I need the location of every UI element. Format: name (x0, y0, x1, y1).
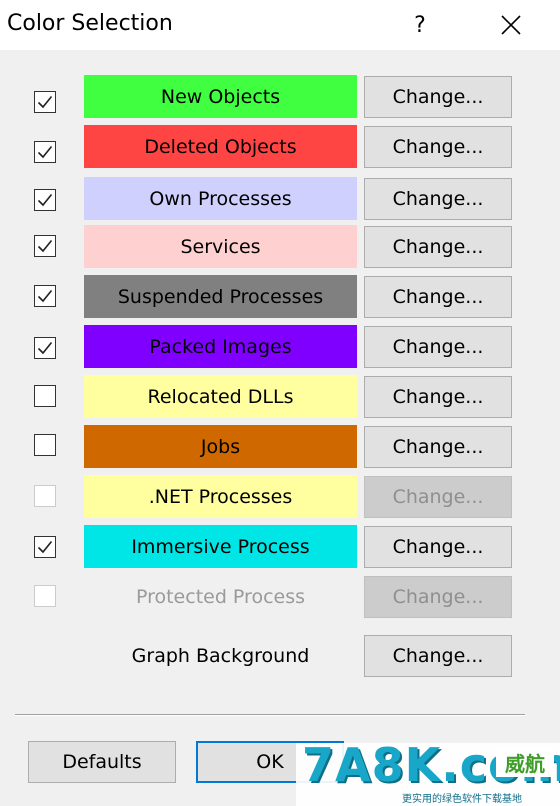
separator (15, 714, 525, 716)
checkmark-icon (37, 289, 53, 303)
color-option-row: Immersive Process Change... (0, 525, 560, 569)
option-checkbox[interactable] (34, 285, 56, 307)
option-checkbox[interactable] (34, 141, 56, 163)
color-option-row: Protected Process Change... (0, 575, 560, 619)
title-bar: Color Selection ? (0, 0, 560, 50)
color-option-row: Relocated DLLs Change... (0, 375, 560, 419)
color-swatch: Own Processes (84, 177, 357, 220)
color-swatch: Deleted Objects (84, 125, 357, 168)
watermark-logo: 7A8K.com 威航 更实用的绿色软件下载基地 (296, 738, 560, 806)
checkmark-icon (37, 540, 53, 554)
option-checkbox[interactable] (34, 434, 56, 456)
option-checkbox[interactable] (34, 536, 56, 558)
watermark-badge: 威航 (496, 747, 554, 777)
watermark-subtitle: 更实用的绿色软件下载基地 (402, 794, 522, 805)
graph-background-label: Graph Background (131, 644, 310, 667)
close-icon (501, 15, 521, 35)
change-color-button[interactable]: Change... (364, 326, 512, 368)
change-color-button[interactable]: Change... (364, 276, 512, 318)
color-option-row: Jobs Change... (0, 425, 560, 469)
color-swatch: Relocated DLLs (84, 375, 357, 418)
color-option-row: .NET Processes Change... (0, 475, 560, 519)
color-swatch: Protected Process (135, 585, 306, 608)
window-title: Color Selection (7, 11, 173, 36)
option-checkbox (34, 585, 56, 607)
change-color-button[interactable]: Change... (364, 178, 512, 220)
color-option-row: New Objects Change... (0, 75, 560, 119)
color-swatch: .NET Processes (84, 475, 357, 518)
checkmark-icon (37, 145, 53, 159)
help-button[interactable]: ? (396, 6, 444, 44)
color-swatch: New Objects (84, 75, 357, 118)
option-checkbox[interactable] (34, 189, 56, 211)
change-color-button: Change... (364, 476, 512, 518)
graph-background-row: Graph Background Change... (0, 634, 560, 678)
color-swatch: Jobs (84, 425, 357, 468)
checkmark-icon (37, 239, 53, 253)
color-swatch: Immersive Process (84, 525, 357, 568)
color-swatch: Packed Images (84, 325, 357, 368)
color-option-row: Services Change... (0, 225, 560, 269)
change-color-button: Change... (364, 576, 512, 618)
option-checkbox[interactable] (34, 385, 56, 407)
option-checkbox[interactable] (34, 337, 56, 359)
color-option-row: Packed Images Change... (0, 325, 560, 369)
color-option-row: Suspended Processes Change... (0, 275, 560, 319)
checkmark-icon (37, 341, 53, 355)
option-checkbox[interactable] (34, 235, 56, 257)
checkmark-icon (37, 193, 53, 207)
color-option-row: Deleted Objects Change... (0, 125, 560, 169)
color-swatch: Services (84, 225, 357, 268)
change-color-button[interactable]: Change... (364, 126, 512, 168)
option-checkbox[interactable] (34, 91, 56, 113)
change-color-button[interactable]: Change... (364, 376, 512, 418)
option-checkbox (34, 485, 56, 507)
close-button[interactable] (485, 6, 537, 44)
graph-background-change-button[interactable]: Change... (364, 635, 512, 677)
defaults-button[interactable]: Defaults (28, 741, 176, 783)
change-color-button[interactable]: Change... (364, 526, 512, 568)
change-color-button[interactable]: Change... (364, 226, 512, 268)
change-color-button[interactable]: Change... (364, 76, 512, 118)
checkmark-icon (37, 95, 53, 109)
change-color-button[interactable]: Change... (364, 426, 512, 468)
color-option-row: Own Processes Change... (0, 177, 560, 221)
color-swatch: Suspended Processes (84, 275, 357, 318)
